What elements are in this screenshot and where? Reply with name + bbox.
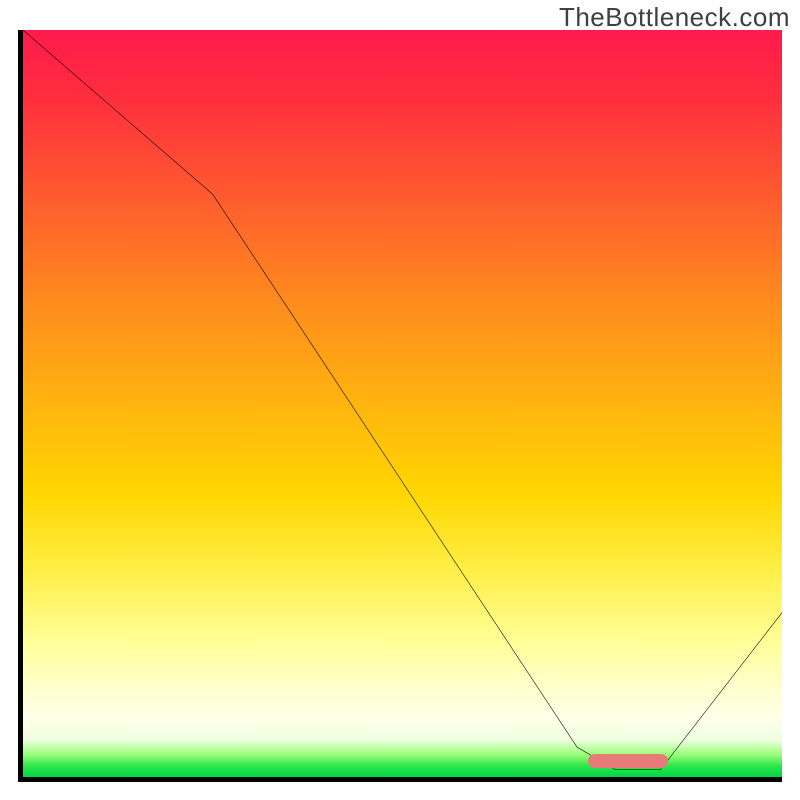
- plot-area: [18, 30, 782, 782]
- watermark-text: TheBottleneck.com: [559, 2, 790, 33]
- chart-frame: TheBottleneck.com: [0, 0, 800, 800]
- bottleneck-curve: [23, 30, 782, 777]
- optimal-marker: [588, 754, 668, 768]
